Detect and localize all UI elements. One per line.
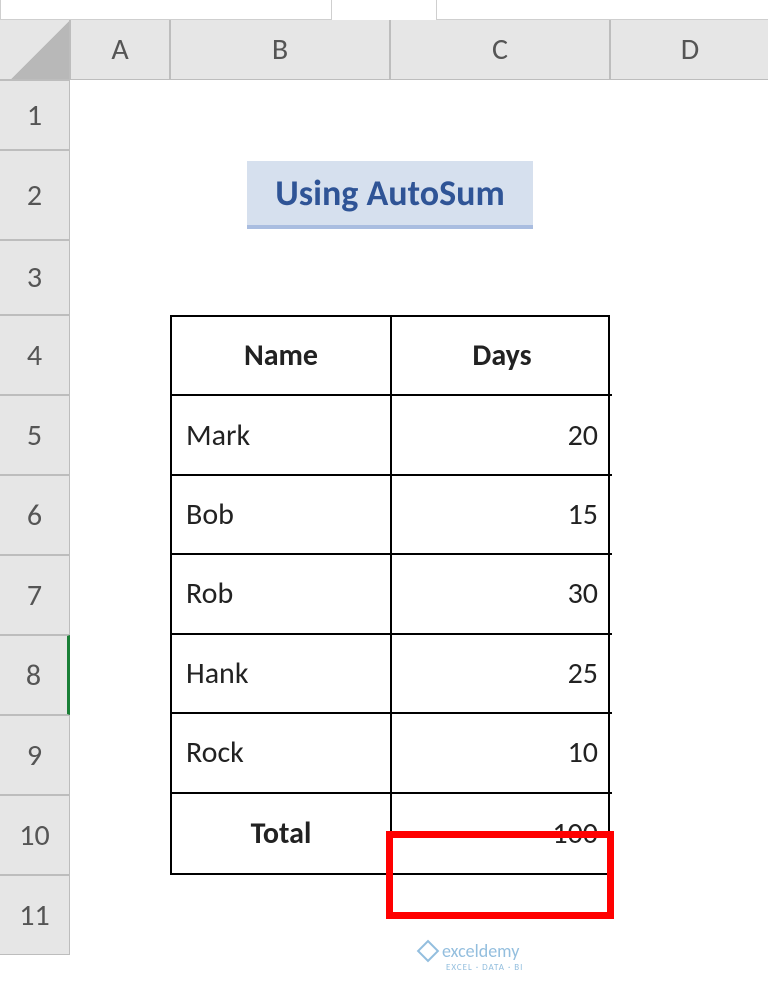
row-header-9[interactable]: 9 xyxy=(0,715,70,795)
cell-name-2[interactable]: Bob xyxy=(172,476,392,555)
select-all-corner[interactable] xyxy=(0,20,70,80)
col-header-c[interactable]: C xyxy=(390,20,610,80)
row-header-7[interactable]: 7 xyxy=(0,555,70,635)
cell-name-5[interactable]: Rock xyxy=(172,714,392,793)
name-box[interactable] xyxy=(0,0,332,20)
cell-days-2[interactable]: 15 xyxy=(392,476,612,555)
formula-bar[interactable] xyxy=(436,0,768,20)
row-header-5[interactable]: 5 xyxy=(0,395,70,475)
row-header-6[interactable]: 6 xyxy=(0,475,70,555)
watermark-sub: EXCEL · DATA · BI xyxy=(446,962,523,973)
cell-total-value[interactable]: 100 xyxy=(392,794,612,873)
spreadsheet-grid: A B C D 1 2 3 4 5 6 7 8 9 10 11 Using Au… xyxy=(0,0,768,955)
cell-name-1[interactable]: Mark xyxy=(172,396,392,475)
cell-name-4[interactable]: Hank xyxy=(172,635,392,714)
row-header-4[interactable]: 4 xyxy=(0,315,70,395)
watermark-text: exceldemy xyxy=(442,940,519,962)
row-header-2[interactable]: 2 xyxy=(0,150,70,240)
title-cell[interactable]: Using AutoSum xyxy=(170,150,610,240)
cell-days-1[interactable]: 20 xyxy=(392,396,612,475)
row-header-11[interactable]: 11 xyxy=(0,875,70,955)
cell-name-3[interactable]: Rob xyxy=(172,555,392,634)
cell-days-5[interactable]: 10 xyxy=(392,714,612,793)
cell-days-4[interactable]: 25 xyxy=(392,635,612,714)
cell-days-3[interactable]: 30 xyxy=(392,555,612,634)
data-table: Name Days Mark 20 Bob 15 Rob 30 Hank 25 … xyxy=(170,315,610,875)
row-header-10[interactable]: 10 xyxy=(0,795,70,875)
row-header-3[interactable]: 3 xyxy=(0,240,70,315)
cell-total-label[interactable]: Total xyxy=(172,794,392,873)
th-name[interactable]: Name xyxy=(172,317,392,396)
col-header-a[interactable]: A xyxy=(70,20,170,80)
row-header-1[interactable]: 1 xyxy=(0,80,70,150)
row-header-8[interactable]: 8 xyxy=(0,635,70,715)
th-days[interactable]: Days xyxy=(392,317,612,396)
col-header-d[interactable]: D xyxy=(610,20,768,80)
watermark: exceldemy xyxy=(420,940,519,962)
col-header-b[interactable]: B xyxy=(170,20,390,80)
watermark-icon xyxy=(417,940,440,963)
title-text: Using AutoSum xyxy=(247,161,532,229)
formula-bar-area xyxy=(0,0,768,20)
